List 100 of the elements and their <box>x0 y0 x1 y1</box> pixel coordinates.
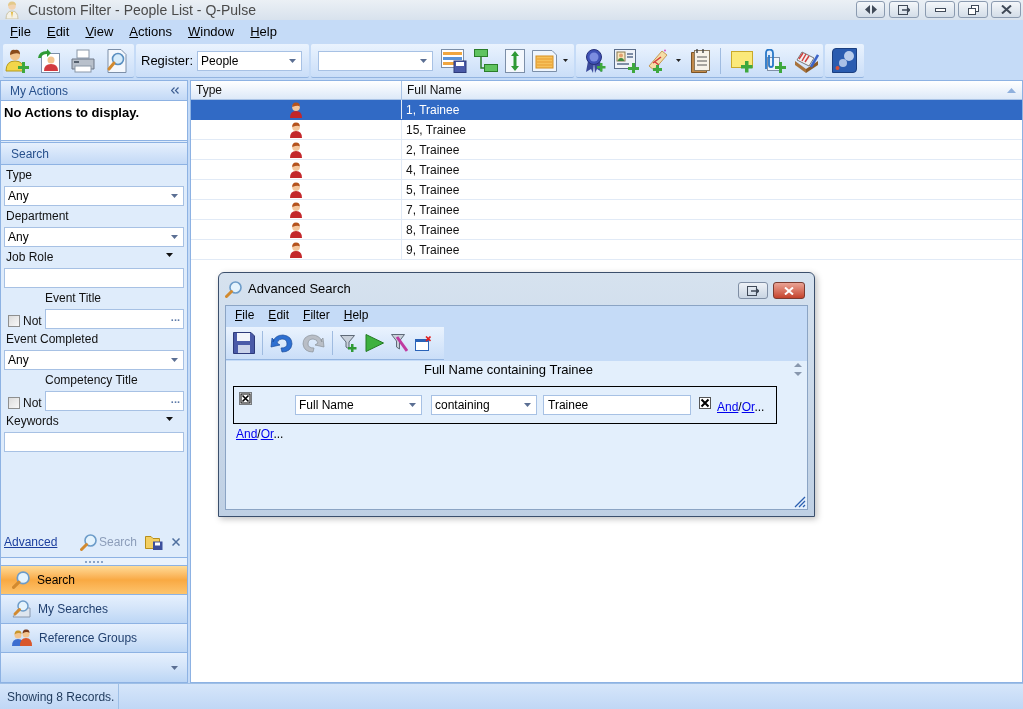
caret-icon[interactable] <box>563 59 569 62</box>
dropdown[interactable]: Any <box>4 227 184 247</box>
table-row[interactable]: 2, Trainee <box>191 140 1022 160</box>
advanced-link[interactable]: Advanced <box>4 533 58 551</box>
menu-item[interactable]: Help <box>338 306 374 324</box>
dropdown[interactable]: Any <box>4 350 184 370</box>
id-card-plus-icon[interactable] <box>614 48 640 73</box>
close-button[interactable] <box>773 282 805 299</box>
caret-icon <box>171 358 178 362</box>
window-title: Custom Filter - People List - Q-Pulse <box>28 0 256 20</box>
nav-item[interactable]: My Searches <box>1 595 187 624</box>
menu-item[interactable]: Filter <box>298 306 335 324</box>
x-box-icon[interactable] <box>699 397 711 409</box>
link[interactable]: Or <box>741 400 755 414</box>
caret-icon <box>289 58 297 63</box>
table-floppy-icon[interactable] <box>441 48 468 73</box>
detach-button[interactable] <box>738 282 768 299</box>
filter-plus-icon[interactable] <box>340 334 358 352</box>
x-checkbox-icon[interactable] <box>239 392 252 405</box>
close-button[interactable] <box>991 1 1021 18</box>
link[interactable]: And <box>236 427 258 441</box>
browse-button[interactable]: ... <box>170 393 180 409</box>
operator-dropdown[interactable]: containing <box>431 395 537 415</box>
browse-button[interactable]: ... <box>170 311 180 327</box>
menu-item[interactable]: Help <box>244 22 283 42</box>
folder-save-icon[interactable] <box>145 534 163 550</box>
detach-button[interactable] <box>889 1 919 18</box>
undo-icon[interactable] <box>270 333 294 353</box>
table-row[interactable]: 1, Trainee <box>191 100 1022 120</box>
value-field[interactable]: Trainee <box>543 395 691 415</box>
caret-icon[interactable] <box>166 253 173 257</box>
person-icon <box>289 221 303 238</box>
menu-item[interactable]: Edit <box>40 22 76 42</box>
table-row[interactable]: 9, Trainee <box>191 240 1022 260</box>
register-label: Register: <box>141 51 194 70</box>
person-document-refresh-icon[interactable] <box>38 48 62 73</box>
menu-item[interactable]: File <box>4 22 37 42</box>
caret-icon[interactable] <box>676 59 682 62</box>
checkbox[interactable] <box>8 397 20 409</box>
window-close-icon[interactable] <box>415 335 431 351</box>
dropdown[interactable]: Any <box>4 186 184 206</box>
calendar-icon[interactable] <box>691 48 711 73</box>
magnifier-icon <box>12 571 30 589</box>
ribbon-plus-icon[interactable] <box>584 48 607 73</box>
nav-item[interactable]: Search <box>1 566 187 595</box>
window-arrow-icon <box>898 4 910 15</box>
resize-grip-icon <box>794 496 806 508</box>
minimize-button[interactable] <box>925 1 955 18</box>
restore-icon <box>967 4 979 15</box>
caret-icon[interactable] <box>166 417 173 421</box>
play-icon[interactable] <box>365 334 384 352</box>
text-field[interactable] <box>4 268 184 288</box>
checkbox[interactable] <box>8 315 20 327</box>
floppy-icon[interactable] <box>233 332 255 354</box>
window-arrow-icon <box>747 285 759 296</box>
grip-icon <box>84 560 104 563</box>
table-row[interactable]: 4, Trainee <box>191 160 1022 180</box>
bubbles-icon[interactable] <box>832 48 858 73</box>
link[interactable]: And <box>717 400 739 414</box>
magnifier-icon <box>79 533 97 551</box>
text-field[interactable]: ... <box>44 309 184 329</box>
note-plus-icon[interactable] <box>731 48 755 73</box>
magnifier-document-icon[interactable] <box>104 48 128 73</box>
table-row[interactable]: 7, Trainee <box>191 200 1022 220</box>
panel-title: Search <box>11 145 50 163</box>
nav-item[interactable]: Reference Groups <box>1 624 187 653</box>
double-chevron-left-icon[interactable] <box>171 87 179 94</box>
paperclip-plus-icon[interactable] <box>762 48 787 73</box>
person-plus-icon[interactable] <box>5 48 29 73</box>
person-icon <box>5 1 19 19</box>
close-icon <box>784 286 794 295</box>
up-down-arrows-icon[interactable] <box>505 48 526 73</box>
and-or-text: And/Or... <box>236 427 284 441</box>
menu-item[interactable]: Edit <box>263 306 295 324</box>
close-icon[interactable] <box>172 538 180 546</box>
table-row[interactable]: 5, Trainee <box>191 180 1022 200</box>
table-row[interactable]: 15, Trainee <box>191 120 1022 140</box>
menu-item[interactable]: Window <box>181 22 241 42</box>
field-dropdown[interactable]: Full Name <box>295 395 422 415</box>
register-dropdown[interactable]: People <box>197 50 303 71</box>
menu-item[interactable]: View <box>79 22 120 42</box>
flowchart-icon[interactable] <box>474 48 499 73</box>
filter-clear-icon[interactable] <box>391 334 408 352</box>
scroll-plus-icon[interactable] <box>647 48 670 73</box>
person-icon <box>289 121 303 138</box>
list-document-icon[interactable] <box>532 49 558 72</box>
table-cell-text: 1, Trainee <box>406 101 460 119</box>
link[interactable]: Or <box>260 427 274 441</box>
text-field[interactable]: ... <box>44 391 184 411</box>
menu-item[interactable]: Actions <box>123 22 178 42</box>
column-header[interactable]: Type <box>191 81 402 99</box>
text-field[interactable] <box>4 432 184 452</box>
tile-button[interactable] <box>856 1 885 18</box>
table-row[interactable]: 8, Trainee <box>191 220 1022 240</box>
column-header[interactable]: Full Name <box>402 81 1022 99</box>
field-label: Competency Title <box>45 372 138 389</box>
printer-icon[interactable] <box>71 48 95 73</box>
people-icon <box>12 629 32 647</box>
menu-item[interactable]: File <box>230 306 260 324</box>
restore-button[interactable] <box>958 1 988 18</box>
